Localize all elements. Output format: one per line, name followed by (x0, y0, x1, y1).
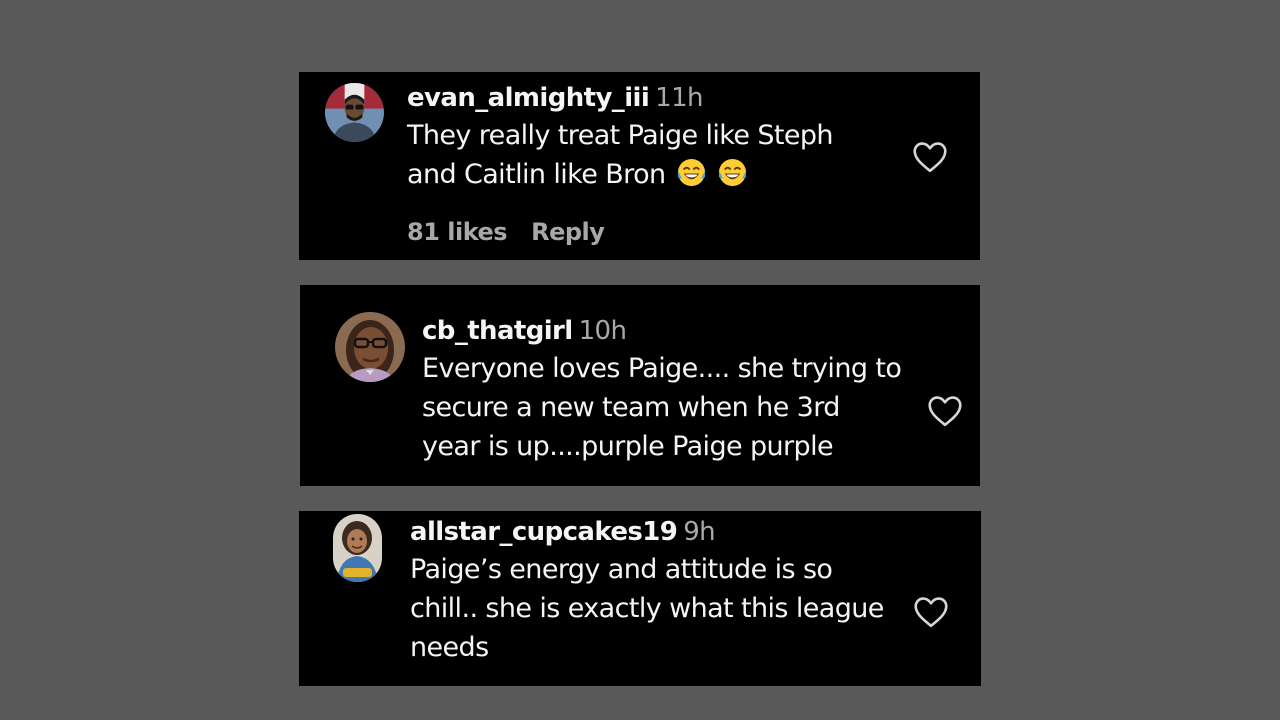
timestamp[interactable]: 9h (683, 517, 715, 547)
comment-line: Everyone loves Paige.... she trying to (422, 353, 902, 384)
face-with-tears-of-joy-icon (676, 157, 707, 188)
comment-header: allstar_cupcakes19 9h (410, 516, 884, 548)
comment-line: and Caitlin like Bron (407, 155, 833, 194)
comment-line: needs (410, 632, 489, 663)
comment-text: They really treat Paige like Steph and C… (407, 116, 834, 194)
comment-text: Everyone loves Paige.... she trying to s… (422, 349, 902, 466)
comment-actions: 81 likes Reply (407, 217, 605, 247)
comment-header: cb_thatgirl 10h (422, 315, 901, 347)
avatar[interactable] (333, 514, 382, 582)
heart-outline-icon[interactable] (912, 141, 948, 173)
comment-card: cb_thatgirl 10h Everyone loves Paige.... … (300, 285, 980, 486)
username[interactable]: cb_thatgirl (422, 316, 573, 346)
comment-line-text: and Caitlin like Bron (407, 159, 666, 190)
timestamp[interactable]: 10h (579, 316, 627, 346)
comment-text: Paige’s energy and attitude is so chill.… (410, 550, 884, 667)
comment-body: allstar_cupcakes19 9h Paige’s energy and … (410, 516, 884, 667)
comment-body: cb_thatgirl 10h Everyone loves Paige.... … (422, 315, 902, 466)
comment-card: evan_almighty_iii 11h They really treat P… (299, 72, 980, 260)
comment-line: chill.. she is exactly what this league (410, 593, 884, 624)
reply-button[interactable]: Reply (531, 218, 605, 246)
timestamp[interactable]: 11h (655, 83, 703, 113)
like-count[interactable]: 81 likes (407, 218, 508, 246)
heart-outline-icon[interactable] (927, 395, 963, 427)
avatar[interactable] (335, 312, 405, 382)
username[interactable]: allstar_cupcakes19 (410, 517, 678, 547)
comment-body: evan_almighty_iii 11h They really treat P… (407, 82, 834, 194)
comment-line: They really treat Paige like Steph (407, 120, 834, 151)
comment-card: allstar_cupcakes19 9h Paige’s energy and … (299, 511, 981, 686)
comment-line: secure a new team when he 3rd (422, 392, 840, 423)
avatar[interactable] (325, 83, 384, 142)
comment-header: evan_almighty_iii 11h (407, 82, 833, 114)
heart-outline-icon[interactable] (913, 596, 949, 628)
username[interactable]: evan_almighty_iii (407, 83, 650, 113)
face-with-tears-of-joy-icon (717, 157, 748, 188)
comment-line: year is up....purple Paige purple (422, 431, 834, 462)
comment-line: Paige’s energy and attitude is so (410, 554, 833, 585)
